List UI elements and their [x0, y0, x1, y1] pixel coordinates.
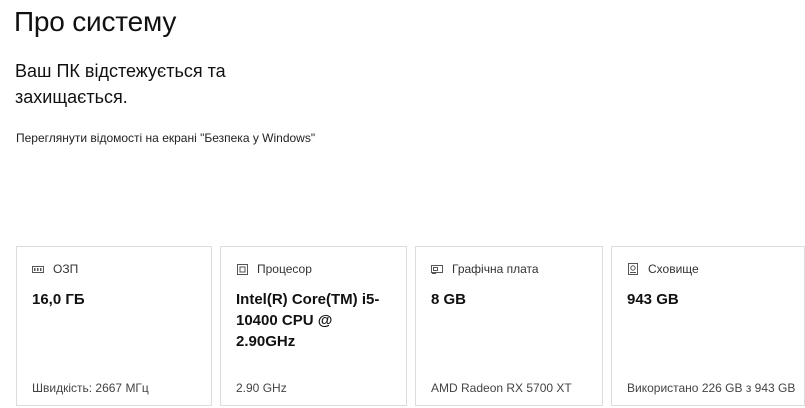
ram-icon: [32, 264, 44, 274]
graphics-card-header: Графічна плата: [431, 262, 539, 276]
storage-usage: Використано 226 GB з 943 GB: [627, 381, 796, 395]
graphics-card-model: AMD Radeon RX 5700 XT: [431, 381, 572, 395]
specs-cards: ОЗП 16,0 ГБ Швидкість: 2667 МГц Процесор…: [16, 246, 805, 408]
about-system-page: Про систему Ваш ПК відстежується та захи…: [0, 0, 805, 408]
windows-security-link[interactable]: Переглянути відомості на екрані "Безпека…: [16, 130, 316, 146]
ram-label: ОЗП: [53, 262, 79, 276]
processor-card: Процесор Intel(R) Core(TM) i5-10400 CPU …: [220, 246, 407, 406]
storage-icon: [627, 263, 639, 275]
ram-card: ОЗП 16,0 ГБ Швидкість: 2667 МГц: [16, 246, 212, 406]
processor-speed: 2.90 GHz: [236, 381, 287, 395]
storage-card: Сховище 943 GB Використано 226 GB з 943 …: [611, 246, 805, 406]
processor-icon: [236, 263, 248, 275]
storage-card-header: Сховище: [627, 262, 699, 276]
ram-speed: Швидкість: 2667 МГц: [32, 381, 149, 395]
graphics-card-label: Графічна плата: [452, 262, 539, 276]
storage-label: Сховище: [648, 262, 699, 276]
page-title: Про систему: [14, 6, 177, 37]
storage-value: 943 GB: [627, 291, 679, 308]
graphics-card-value: 8 GB: [431, 291, 467, 308]
ram-card-header: ОЗП: [32, 262, 78, 276]
graphics-card: Графічна плата 8 GB AMD Radeon RX 5700 X…: [415, 246, 603, 406]
processor-card-header: Процесор: [236, 262, 312, 276]
processor-label: Процесор: [257, 262, 312, 276]
security-status-text: Ваш ПК відстежується та захищається.: [15, 61, 226, 107]
processor-value: Intel(R) Core(TM) i5-10400 CPU @ 2.90GHz: [236, 291, 380, 350]
graphics-card-icon: [431, 264, 443, 274]
ram-value: 16,0 ГБ: [32, 291, 85, 308]
